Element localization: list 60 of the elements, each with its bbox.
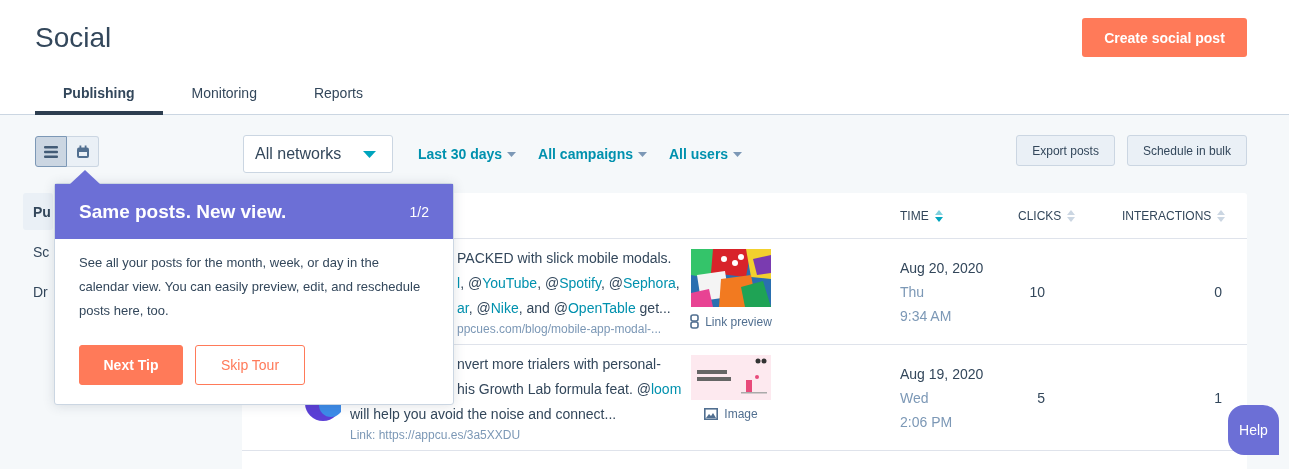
post-text: l, @YouTube, @Spotify, @Sephora, xyxy=(457,274,681,293)
interactions-count: 1 xyxy=(1214,389,1222,406)
mention-link[interactable]: Nike xyxy=(490,300,519,316)
mention-link[interactable]: Spotify xyxy=(559,275,601,291)
sidebar-item[interactable]: Pu xyxy=(23,193,53,230)
page-title: Social xyxy=(35,21,112,55)
filter-dropdown[interactable]: Last 30 days xyxy=(418,146,517,162)
post-date: Aug 20, 2020 xyxy=(900,259,985,278)
mention-link[interactable]: OpenTable xyxy=(567,300,636,316)
caret-icon xyxy=(507,151,517,157)
clicks-count: 10 xyxy=(1029,283,1045,300)
caret-icon xyxy=(363,150,376,158)
tour-text: See all your posts for the month, week, or day in the calendar view. You can easily preview, edit, and reschedule posts here, too. xyxy=(79,254,422,320)
action-button[interactable]: Schedule in bulk xyxy=(1126,135,1247,166)
link-icon xyxy=(690,314,700,329)
post-link[interactable]: Link: https://appcu.es/3a5XXDU xyxy=(350,427,521,444)
post-day: Thu xyxy=(900,280,990,304)
media-link[interactable]: Image xyxy=(704,407,758,421)
post-text: ar, @Nike, and @OpenTable get... xyxy=(457,299,672,318)
tour-step: 1/2 xyxy=(409,203,429,220)
skip-tour-button[interactable]: Skip Tour xyxy=(195,345,305,385)
media-link[interactable]: Link preview xyxy=(690,314,772,329)
create-post-button[interactable]: Create social post xyxy=(1082,18,1247,57)
tab[interactable]: Publishing xyxy=(35,75,163,115)
sidebar-item[interactable]: Sc xyxy=(23,233,53,270)
post-time: 2:06 PM xyxy=(900,413,954,432)
help-button[interactable]: Help xyxy=(1228,405,1279,455)
column-header[interactable]: INTERACTIONS xyxy=(1122,208,1226,223)
mention-link[interactable]: ar xyxy=(457,300,469,316)
network-dropdown[interactable]: All networks xyxy=(243,135,393,173)
calendar-icon xyxy=(75,144,90,159)
image-icon xyxy=(704,408,719,420)
tab[interactable]: Reports xyxy=(285,75,391,115)
post-date: Aug 19, 2020 xyxy=(900,365,985,384)
calendar-view-button[interactable] xyxy=(67,136,99,167)
mention-link[interactable]: loom xyxy=(650,381,682,397)
post-text: his Growth Lab formula feat. @loom xyxy=(457,380,683,399)
tab[interactable]: Monitoring xyxy=(163,75,285,115)
next-tip-button[interactable]: Next Tip xyxy=(79,345,183,385)
interactions-count: 0 xyxy=(1214,283,1222,300)
clicks-count: 5 xyxy=(1037,389,1045,406)
mention-link[interactable]: YouTube xyxy=(482,275,538,291)
column-header[interactable]: CLICKS xyxy=(1018,208,1122,223)
caret-icon xyxy=(733,151,743,157)
action-button[interactable]: Export posts xyxy=(1016,135,1115,166)
caret-icon xyxy=(638,151,647,157)
tour-title: Same posts. New view. xyxy=(79,200,287,223)
post-text: will help you avoid the noise and connect... xyxy=(350,405,618,424)
sidebar-item[interactable]: Dr xyxy=(23,273,53,310)
filter-dropdown[interactable]: All campaigns xyxy=(538,146,647,162)
post-link[interactable]: ppcues.com/blog/mobile-app-modal-... xyxy=(457,321,662,338)
post-text: PACKED with slick mobile modals. xyxy=(457,249,673,268)
post-text: nvert more trialers with personal- xyxy=(457,355,662,374)
column-header[interactable]: TIME xyxy=(900,208,1018,223)
list-icon xyxy=(44,145,58,158)
list-view-button[interactable] xyxy=(35,136,67,167)
post-time: 9:34 AM xyxy=(900,307,953,326)
mention-link[interactable]: Sephora xyxy=(622,275,676,291)
filter-dropdown[interactable]: All users xyxy=(669,146,743,162)
post-day: Wed xyxy=(900,386,990,410)
